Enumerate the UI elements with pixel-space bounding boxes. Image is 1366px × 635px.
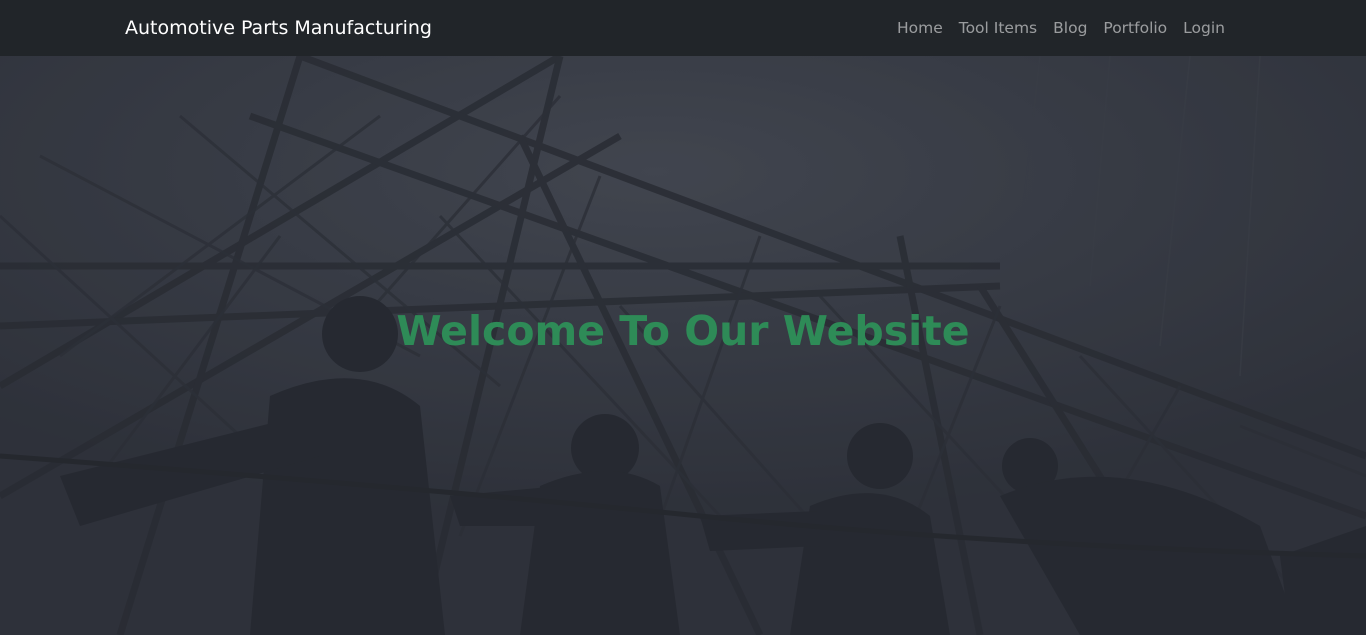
nav-item-tool-items: Tool Items (951, 0, 1045, 56)
nav-link-home[interactable]: Home (889, 0, 951, 56)
nav-item-home: Home (889, 0, 951, 56)
nav-item-blog: Blog (1045, 0, 1095, 56)
nav-links: Home Tool Items Blog Portfolio Login (889, 0, 1233, 56)
top-navbar: Automotive Parts Manufacturing Home Tool… (0, 0, 1366, 56)
hero-headline: Welcome To Our Website (396, 307, 970, 355)
brand-link[interactable]: Automotive Parts Manufacturing (125, 0, 432, 56)
nav-item-portfolio: Portfolio (1095, 0, 1175, 56)
nav-link-blog[interactable]: Blog (1045, 0, 1095, 56)
nav-link-portfolio[interactable]: Portfolio (1095, 0, 1175, 56)
nav-link-tool-items[interactable]: Tool Items (951, 0, 1045, 56)
hero-section: Welcome To Our Website (0, 56, 1366, 635)
nav-item-login: Login (1175, 0, 1233, 56)
nav-link-login[interactable]: Login (1175, 0, 1233, 56)
